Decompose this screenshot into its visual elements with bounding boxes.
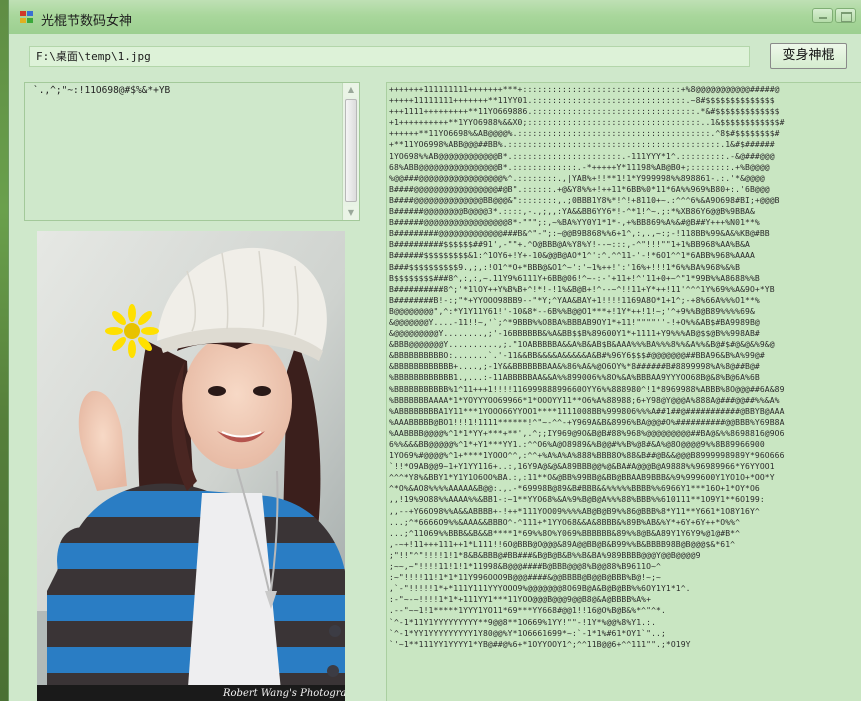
- ascii-line: B####@@@@@@@@@@@@@@@@@#@B".::::::.+@&Y8%…: [389, 184, 770, 194]
- ascii-line: 1YO698%%AB@@@@@@@@@@@@B*.:::::::::::::::…: [389, 151, 775, 161]
- ascii-line: %BBBBBBBBBBB%1^11+++1!!!!11699988899660O…: [389, 384, 785, 394]
- ascii-line: B######$$$$$$$$$&1:^1OY6+!Y+-10&@@B@AO*1…: [389, 251, 755, 261]
- source-photo: Robert Wang's Photography: [37, 231, 345, 701]
- maximize-icon: [841, 12, 852, 22]
- desktop-background-strip: [0, 0, 8, 701]
- convert-button[interactable]: 变身神棍: [770, 43, 847, 69]
- ascii-line: ^^^*Y8%&BBY1*Y1Y1O6OO%BA.:,:11**O&@BB%99…: [389, 473, 775, 483]
- ascii-line: B##########$$$$$$##91',-""+.^O@BBB@A%Y8%…: [389, 240, 750, 250]
- ascii-line: B####@@@@@@@@@@@@@@BB@@@&"::::::::,.;0BB…: [389, 195, 780, 205]
- ascii-line: ^*O%&AO8%%%%AAAAA&B@@:.,.-*69998B@89&B#B…: [389, 484, 760, 494]
- ascii-line: ,-~+!11+++111++1*L111!!6O@BBB@O@@@&89A@@…: [389, 539, 736, 549]
- ascii-line: %AABBBB@@@@%^1*1*YY+***+**',.^;;IY969@9O…: [389, 428, 785, 438]
- ascii-line: 68%ABB@@@@@@@@@@@@@@@@B*.:::::::::::::.-…: [389, 162, 770, 172]
- ascii-line: %BBBBBBBBBBBB1.,...:-11ABBBBBAA&&A%%8990…: [389, 373, 760, 383]
- ascii-line: `^-1*YY1YYYYYYYYY1Y80@@%Y*1O6661699*~:`-…: [389, 628, 666, 638]
- ascii-art-text: +++++++111111111+++++++***+:::::::::::::…: [389, 84, 785, 650]
- ascii-line: +**11YO6998%ABB@@@##BB%.::::::::::::::::…: [389, 140, 775, 150]
- portrait-image: [37, 231, 345, 701]
- ascii-line: .--"~~1!1*****1YYY1YO11*69***YY668#@@1!!…: [389, 606, 666, 616]
- ascii-line: `'~1**111YY1YYYY1*YB@##@%6+*1OYYOOY1^;^^…: [389, 639, 691, 649]
- ascii-line: B########B!-:;"*+YYOOO98BB9--"*Y;^YAA&BA…: [389, 295, 760, 305]
- ascii-line: +++++11111111+++++++**11YY01.:::::::::::…: [389, 96, 775, 106]
- ascii-line: &@@@@@@@@@Y........,;'-16BBBBBB&%A&BB$$B…: [389, 329, 760, 339]
- ascii-line: +1++++++++++**1YYO6988%&&X0;::::::::::::…: [389, 118, 785, 128]
- photo-watermark: Robert Wang's Photography: [223, 688, 345, 699]
- ascii-line: +++1111+++++++++**11YO669886.:::::::::::…: [389, 107, 780, 117]
- ascii-output-textbox[interactable]: +++++++111111111+++++++***+:::::::::::::…: [386, 82, 861, 701]
- scroll-down-arrow-icon[interactable]: ▼: [344, 206, 358, 220]
- char-ramp-textbox[interactable]: `.,^;"~:!11O698@#$%&*+YB ▲ ▼: [24, 82, 360, 221]
- ascii-line: &BBB@@@@@@@Y..........,;."1OABBBBBA&&A%B…: [389, 340, 775, 350]
- ascii-line: 1YO69%#@@@@%^1+****1YOOO^^,:^^+%A%A%A%88…: [389, 451, 785, 461]
- ascii-line: ...;^11069%%BBB&&B&&B****1*69%%8O%Y069%B…: [389, 528, 741, 538]
- ascii-line: %ABBBBBBBBA1Y11***1YOOO66YYOO1****111100…: [389, 406, 785, 416]
- scroll-up-arrow-icon[interactable]: ▲: [344, 83, 358, 97]
- app-window: 光棍节数码女神 F:\桌面\temp\1.jpg 变身神棍 `.,^;"~:!1…: [8, 0, 861, 701]
- ascii-line: :~"!!!!11!1*1*11Y996OOO9B@@@####&@@BBBB@…: [389, 573, 661, 583]
- ascii-line: %BBBBBBBAAAA*1*YOYYYOO69966*1*OOOYY11**O…: [389, 395, 780, 405]
- ascii-line: &@@@@@@@Y....-11!!~,'`;^*9BBB%%O8BA%BBBA…: [389, 317, 760, 327]
- ascii-line: +++++++111111111+++++++***+:::::::::::::…: [389, 85, 780, 94]
- flower-icon: [105, 304, 159, 358]
- ascii-line: ,,--+Y66O98%%A&&ABBBB+-!++*111YOO09%%%%A…: [389, 506, 760, 516]
- ascii-line: ++++++**11YO6698%&AB@@@@%.::::::::::::::…: [389, 129, 780, 139]
- ascii-line: %@@###@@@@@@@@@@@@@@@@@%^.::::::::.,|YAB…: [389, 173, 765, 183]
- app-window-icon: [20, 11, 34, 24]
- ascii-line: B@@@@@@@@",^:*Y1Y11Y61!'-10&8*--6B%%B@@O…: [389, 306, 755, 316]
- ascii-line: `^-1*11Y1YYYYYYYYY**9@@8**1O669%1YY!""-!…: [389, 617, 657, 627]
- scrollbar-thumb[interactable]: [345, 99, 357, 202]
- ascii-line: ;"!!"^"!!!!1!1*8&B&BBB@#BB###&B@B@B&B%%B…: [389, 550, 701, 560]
- ascii-line: &BBBBBBBBBBO:.......`.'-11&&BB&&&&A&&&&&…: [389, 351, 765, 361]
- title-bar[interactable]: 光棍节数码女神: [9, 0, 861, 35]
- client-area: F:\桌面\temp\1.jpg 变身神棍 `.,^;"~:!11O698@#$…: [9, 34, 861, 701]
- ascii-line: B######@@@@@@@@@@@@@@@@@8*-""";:,~%BA%YY…: [389, 218, 760, 228]
- ascii-line: B#########@@@@@@@@@@@@@###B&^"-";:~@@B9B…: [389, 229, 770, 239]
- window-title: 光棍节数码女神: [41, 14, 133, 29]
- ascii-line: `!!*O9AB@@9~1+Y1YY116+..:,16Y9A@&@&A89BB…: [389, 462, 775, 472]
- ascii-line: B######@@@@@@@@B@@@@3*.::::,-.,;,,:YA&&B…: [389, 207, 755, 217]
- minimize-button[interactable]: [812, 8, 833, 23]
- ascii-line: &BBBBBBBBBBBB+....,;-1Y&&BBBBBBBAA&%86%A…: [389, 362, 760, 372]
- ramp-vertical-scrollbar[interactable]: ▲ ▼: [342, 83, 359, 220]
- char-ramp-text: `.,^;"~:!11O698@#$%&*+YB: [33, 85, 171, 96]
- minimize-icon: [819, 17, 827, 19]
- ascii-line: B###$$$$$$$$$$9.,;,:!O1^*O+*BBB@&O1^~':'…: [389, 262, 741, 272]
- ascii-line: B$$$$$$$$###8^,:,:,~.11Y9%6111Y+6BB@06!^…: [389, 273, 760, 283]
- ascii-line: B##########8^;'*1lOY++Y%B%B+^!*!-!1%&B@B…: [389, 284, 775, 294]
- ascii-line: ;~~,~"!!!!11!1!1*11998&B@@@####B@BBB@@@8…: [389, 562, 661, 572]
- ascii-line: ,,!19%9O88%%AAAA%%&BB1-:~1**YYO68%&A%9%B…: [389, 495, 765, 505]
- ascii-line: 6%%&&&BB@@@@@%^1*+Y1***YY1.:^^O6%A@O8989…: [389, 440, 765, 449]
- maximize-button[interactable]: [835, 8, 856, 23]
- image-path-input[interactable]: F:\桌面\temp\1.jpg: [29, 46, 750, 67]
- ascii-line: %AAABBBBB@BO1!!!1!1111******!^"~-^^-+Y96…: [389, 417, 785, 427]
- ascii-line: :-"~-~!!!!1*1*+111YY1***11YOO@@@B@@@9@@B…: [389, 595, 652, 605]
- ascii-line: ,`-"!!!!!1*+*111Y111YYYOOO9%@@@@@@@8O69B…: [389, 584, 691, 594]
- ascii-line: ...;^*6666O9%%&AAA&&BBBO^-^111+*1YYO68&&…: [389, 517, 741, 527]
